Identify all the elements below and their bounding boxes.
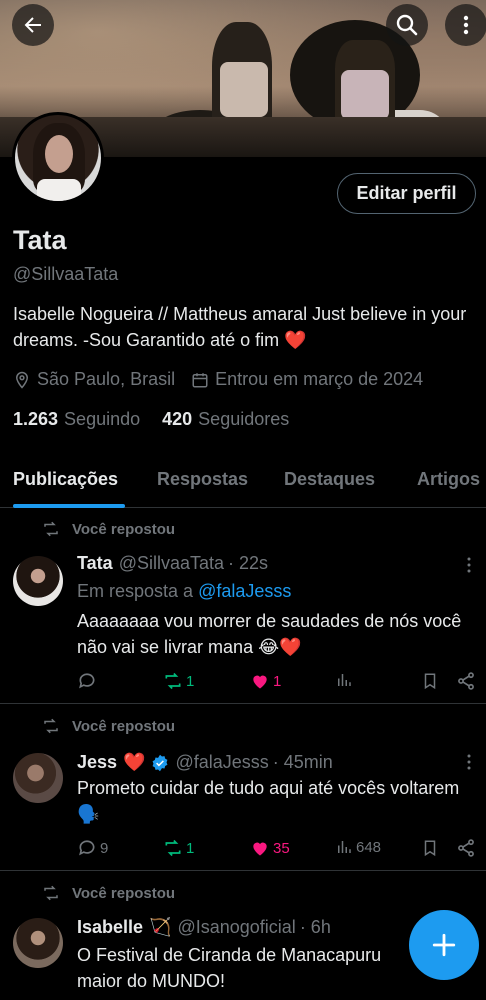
- repost-button[interactable]: 1: [163, 671, 194, 691]
- post-author-handle: @Isanogoficial: [177, 917, 296, 937]
- post-author-name[interactable]: Isabelle: [77, 917, 143, 938]
- more-vertical-icon: [467, 557, 471, 573]
- profile-joined: Entrou em março de 2024: [215, 369, 424, 389]
- views-icon: [335, 671, 353, 689]
- back-button[interactable]: [12, 4, 54, 46]
- profile-avatar[interactable]: [12, 112, 104, 204]
- views-button[interactable]: 648: [335, 838, 381, 856]
- reply-context: Em resposta a @falaJesss: [77, 581, 292, 601]
- profile-bio: Isabelle Nogueira // Mattheus amaral Jus…: [13, 304, 467, 350]
- plus-icon: [432, 933, 456, 957]
- post-text: Prometo cuidar de tudo aqui até vocês vo…: [77, 778, 460, 824]
- more-vertical-icon: [467, 754, 471, 770]
- post-author-handle: @SillvaaTata: [118, 553, 225, 573]
- followers-link[interactable]: 420 Seguidores: [162, 409, 289, 430]
- avatar[interactable]: [13, 918, 63, 968]
- avatar[interactable]: [13, 556, 63, 606]
- views-button[interactable]: [335, 671, 356, 689]
- reply-to-link[interactable]: @falaJesss: [198, 581, 291, 601]
- post-text: Aaaaaaaa vou morrer de saudades de nós v…: [77, 611, 462, 657]
- reply-icon: [77, 838, 97, 858]
- post-time: · 6h: [299, 917, 331, 937]
- heart-emoji: ❤️: [284, 330, 307, 350]
- repost-button[interactable]: 1: [163, 838, 194, 858]
- profile-location: São Paulo, Brasil: [37, 369, 176, 389]
- tab-destaques[interactable]: Destaques: [284, 469, 375, 490]
- tab-respostas[interactable]: Respostas: [157, 469, 248, 490]
- post-header: Jess ❤️ @falaJesss · 45min: [77, 752, 333, 773]
- edit-profile-button[interactable]: Editar perfil: [337, 173, 476, 214]
- post-more-button[interactable]: [462, 753, 476, 776]
- more-vertical-icon: [463, 15, 469, 35]
- post-author-handle: @falaJesss: [175, 752, 269, 772]
- heart-filled-icon: [250, 838, 270, 858]
- bookmark-icon: [421, 671, 439, 691]
- views-count: 648: [356, 838, 382, 856]
- post-item[interactable]: Você repostou Jess ❤️ @falaJesss · 45min…: [0, 705, 486, 871]
- repost-icon: [42, 717, 60, 735]
- like-button[interactable]: 1: [250, 671, 281, 691]
- heart-filled-icon: [250, 671, 270, 691]
- reply-icon: [77, 671, 97, 691]
- profile-handle: @SillvaaTata: [13, 264, 119, 284]
- share-button[interactable]: [456, 671, 479, 691]
- post-header: Isabelle 🏹 @Isanogoficial · 6h: [77, 917, 331, 938]
- repost-indicator: Você repostou: [42, 884, 175, 902]
- post-more-button[interactable]: [462, 556, 476, 579]
- bow-emoji: 🏹: [149, 917, 172, 937]
- avatar[interactable]: [13, 753, 63, 803]
- profile-tabs: Publicações Respostas Destaques Artigos: [0, 460, 486, 508]
- repost-count: 1: [186, 672, 195, 690]
- follow-stats: 1.263 Seguindo 420 Seguidores: [13, 409, 289, 430]
- like-button[interactable]: 35: [250, 838, 290, 858]
- post-header: Tata @SillvaaTata · 22s: [77, 553, 268, 574]
- bookmark-button[interactable]: [421, 671, 442, 691]
- search-icon: [396, 14, 418, 36]
- heart-emoji: ❤️: [123, 752, 146, 772]
- compose-button[interactable]: [409, 910, 479, 980]
- repost-icon: [163, 671, 183, 691]
- location-icon: [13, 371, 31, 389]
- following-link[interactable]: 1.263 Seguindo: [13, 409, 140, 430]
- tab-publicacoes[interactable]: Publicações: [13, 469, 118, 490]
- post-time: · 22s: [228, 553, 269, 573]
- profile-name: Tata: [13, 225, 67, 255]
- post-actions: 1 1: [77, 671, 477, 695]
- post-time: · 45min: [272, 752, 333, 772]
- reply-button[interactable]: 9: [77, 838, 108, 858]
- views-icon: [335, 838, 353, 856]
- share-button[interactable]: [456, 838, 479, 858]
- repost-icon: [42, 520, 60, 538]
- share-icon: [456, 838, 476, 858]
- post-text: O Festival de Ciranda de Manacapuru maio…: [77, 945, 382, 991]
- bookmark-icon: [421, 838, 439, 858]
- more-options-button[interactable]: [445, 4, 486, 46]
- banner-rider: [212, 22, 272, 132]
- reply-button[interactable]: [77, 671, 100, 691]
- verified-badge-icon: [151, 754, 169, 772]
- repost-indicator: Você repostou: [42, 520, 175, 538]
- calendar-icon: [191, 371, 209, 389]
- bookmark-button[interactable]: [421, 838, 442, 858]
- repost-icon: [42, 884, 60, 902]
- arrow-left-icon: [24, 17, 41, 33]
- share-icon: [456, 671, 476, 691]
- post-item[interactable]: Você repostou Tata @SillvaaTata · 22s Em…: [0, 508, 486, 704]
- repost-count: 1: [186, 839, 195, 857]
- post-author-name[interactable]: Jess: [77, 752, 117, 773]
- repost-icon: [163, 838, 183, 858]
- reply-count: 9: [100, 839, 109, 857]
- like-count: 1: [273, 672, 282, 690]
- search-button[interactable]: [386, 4, 428, 46]
- like-count: 35: [273, 839, 290, 857]
- profile-meta: São Paulo, Brasil Entrou em março de 202…: [13, 369, 423, 390]
- repost-indicator: Você repostou: [42, 717, 175, 735]
- tab-artigos[interactable]: Artigos: [417, 469, 480, 490]
- post-actions: 9 1 35 648: [77, 838, 477, 862]
- post-author-name[interactable]: Tata: [77, 553, 113, 574]
